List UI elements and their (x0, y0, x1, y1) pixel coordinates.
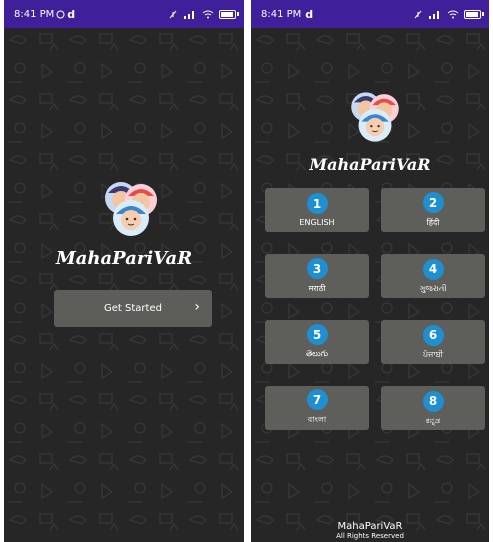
language-tile-hindi[interactable]: 2 हिंदी (381, 188, 485, 232)
language-label: मराठी (308, 284, 326, 293)
language-tile-bengali[interactable]: 7 বাংলা (265, 386, 369, 430)
footer-app-name: MahaPariVaR (337, 521, 403, 532)
wifi-icon (447, 10, 459, 18)
number-badge: 1 (306, 193, 328, 214)
status-time: 8:41 PM (261, 8, 302, 20)
language-select-screen: 8:41 PM d MahaPariVaR 1 ENGLISH 2 हिंदी … (251, 0, 489, 542)
screenshot-pair: 8:41 PM d MahaPariVaR Get Started › 8:41… (0, 0, 493, 542)
language-label: ગુજરાતી (419, 283, 447, 293)
language-label: ਪੰਜਾਬੀ (422, 349, 444, 359)
get-started-label: Get Started (104, 303, 162, 314)
language-label: हिंदी (426, 218, 440, 227)
language-label: ಕನ್ನಡ (425, 415, 441, 425)
number-badge: 7 (306, 389, 328, 410)
status-time: 8:41 PM (14, 8, 55, 20)
footer-rights: All Rights Reserved (336, 532, 404, 540)
signal-icon (184, 10, 194, 19)
battery-level (221, 11, 233, 17)
battery-icon (219, 9, 239, 19)
language-tile-kannada[interactable]: 8 ಕನ್ನಡ (381, 386, 485, 430)
whatsapp-icon (56, 10, 65, 18)
number-badge: 3 (306, 258, 328, 279)
doodle-pattern-background (4, 28, 244, 542)
battery-icon (464, 9, 484, 19)
signal-icon (429, 10, 439, 19)
language-tile-telugu[interactable]: 5 తెలుగు (265, 320, 369, 364)
number-badge: 2 (422, 192, 444, 213)
status-bar: 8:41 PM d (251, 0, 489, 28)
alarm-icon (169, 10, 177, 18)
language-label: ENGLISH (299, 218, 335, 227)
number-badge: 8 (422, 390, 444, 412)
brand-name: MahaPariVaR (309, 155, 431, 174)
number-badge: 6 (422, 324, 444, 346)
language-tile-english[interactable]: 1 ENGLISH (265, 188, 369, 232)
language-tile-punjabi[interactable]: 6 ਪੰਜਾਬੀ (381, 320, 485, 364)
family-logo-icon (105, 182, 157, 236)
brand-name: MahaPariVaR (55, 248, 193, 269)
wifi-icon (202, 10, 214, 18)
number-badge: 5 (306, 324, 328, 345)
footer: MahaPariVaR All Rights Reserved (251, 521, 489, 540)
chevron-right-icon: › (194, 299, 200, 315)
d-icon: d (67, 7, 76, 21)
get-started-button[interactable]: Get Started › (54, 290, 212, 327)
language-label: বাংলা (307, 415, 327, 424)
language-label: తెలుగు (305, 349, 329, 358)
welcome-screen: 8:41 PM d MahaPariVaR Get Started › (4, 0, 244, 542)
language-tile-marathi[interactable]: 3 मराठी (265, 254, 369, 298)
language-grid: 1 ENGLISH 2 हिंदी 3 मराठी 4 ગુજરાતી 5 తె… (265, 188, 485, 430)
status-bar: 8:41 PM d (4, 0, 244, 28)
language-tile-gujarati[interactable]: 4 ગુજરાતી (381, 254, 485, 298)
alarm-icon (414, 10, 422, 18)
battery-level (466, 11, 478, 17)
number-badge: 4 (422, 258, 444, 280)
family-logo-icon (351, 92, 399, 142)
d-icon: d (305, 7, 314, 21)
